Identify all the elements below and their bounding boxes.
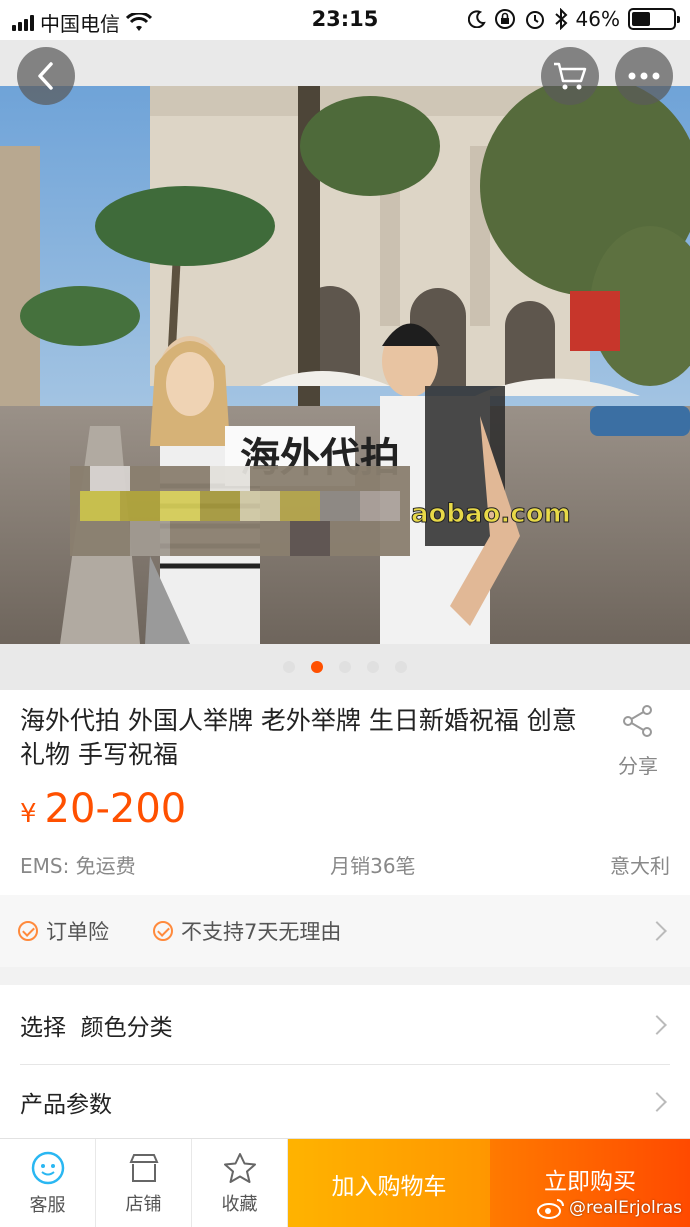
cart-icon [554, 62, 587, 90]
check-circle-icon [18, 921, 38, 941]
bluetooth-icon [554, 8, 567, 30]
more-button[interactable] [615, 47, 673, 105]
price: ¥ 20-200 [20, 786, 186, 832]
favorite-button[interactable]: 收藏 [192, 1139, 288, 1227]
weibo-icon [536, 1199, 564, 1219]
slide-dot[interactable] [395, 661, 407, 673]
slide-dot[interactable] [367, 661, 379, 673]
rotation-lock-icon [494, 9, 515, 29]
battery-icon [628, 8, 680, 30]
select-variant-row[interactable]: 选择 颜色分类 [0, 985, 690, 1065]
slide-dot[interactable] [283, 661, 295, 673]
alarm-icon [525, 11, 544, 29]
customer-service-label: 客服 [29, 1194, 66, 1216]
customer-service-button[interactable]: 客服 [0, 1139, 96, 1227]
share-button[interactable]: 分享 [614, 704, 662, 779]
chevron-left-icon [38, 62, 53, 90]
guarantee-item: 订单险 [18, 916, 109, 946]
chevron-right-icon [647, 1091, 667, 1112]
cart-button[interactable] [541, 47, 599, 105]
share-label: 分享 [618, 754, 658, 778]
more-icon [628, 72, 660, 80]
shop-icon [128, 1153, 159, 1182]
favorite-label: 收藏 [221, 1193, 258, 1215]
product-title: 海外代拍 外国人举牌 老外举牌 生日新婚祝福 创意礼物 手写祝福 [20, 706, 577, 769]
product-meta: EMS: 免运费 月销36笔 意大利 [20, 850, 670, 879]
origin-location: 意大利 [609, 854, 670, 878]
guarantee-row[interactable]: 订单险 不支持7天无理由 [0, 895, 690, 967]
weibo-watermark: @realErjolras [536, 1197, 682, 1219]
product-params-label: 产品参数 [20, 1091, 112, 1118]
product-page: 中国电信 23:15 46% 海外代拍 aobao.com 海外代拍 外国人举牌… [0, 0, 690, 1227]
status-right: 46% [467, 7, 680, 31]
guarantee-item: 不支持7天无理由 [153, 916, 341, 946]
back-button[interactable] [17, 47, 75, 105]
customer-service-icon [31, 1151, 64, 1184]
select-variant-label: 选择 颜色分类 [20, 1015, 173, 1041]
moon-icon [467, 10, 486, 28]
status-bar: 中国电信 23:15 46% [0, 0, 690, 40]
check-circle-icon [153, 921, 173, 941]
product-gallery[interactable]: 海外代拍 aobao.com [0, 40, 690, 690]
photo-sign-text: aobao.com [411, 499, 571, 529]
slide-dot[interactable] [339, 661, 351, 673]
add-to-cart-button[interactable]: 加入购物车 [288, 1139, 490, 1227]
guarantee-label: 订单险 [46, 920, 109, 944]
currency-symbol: ¥ [20, 799, 37, 829]
share-icon [623, 705, 652, 737]
slide-dot-active[interactable] [311, 661, 323, 673]
shop-label: 店铺 [125, 1193, 162, 1215]
street-photo: 海外代拍 aobao.com [0, 86, 690, 644]
star-icon [223, 1152, 256, 1183]
guarantee-label: 不支持7天无理由 [181, 920, 342, 944]
product-info: 海外代拍 外国人举牌 老外举牌 生日新婚祝福 创意礼物 手写祝福 分享 ¥ 20… [0, 690, 690, 895]
product-params-row[interactable]: 产品参数 [0, 1065, 690, 1138]
shop-button[interactable]: 店铺 [96, 1139, 192, 1227]
shipping-info: EMS: 免运费 [20, 854, 136, 878]
chevron-right-icon [647, 921, 667, 941]
battery-percent: 46% [575, 7, 620, 31]
price-value: 20-200 [44, 786, 187, 832]
monthly-sales: 月销36笔 [330, 854, 416, 878]
chevron-right-icon [647, 1015, 667, 1035]
product-photo: 海外代拍 aobao.com [0, 86, 690, 644]
watermark-text: @realErjolras [568, 1198, 682, 1218]
slide-indicator [0, 644, 690, 690]
